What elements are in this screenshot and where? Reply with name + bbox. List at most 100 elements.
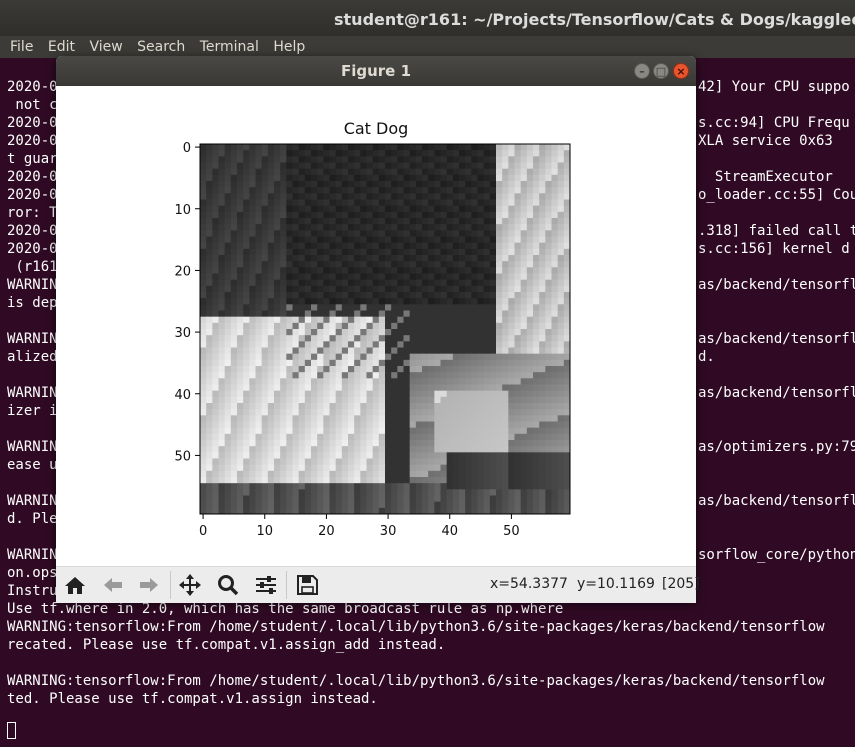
image-pixel — [409, 403, 417, 410]
configure-subplots-icon[interactable] — [253, 573, 279, 597]
image-pixel — [243, 224, 250, 231]
image-pixel — [440, 353, 448, 361]
image-pixel — [483, 489, 491, 496]
image-pixel — [422, 230, 429, 237]
image-pixel — [415, 292, 423, 299]
figure-titlebar[interactable]: Figure 1 – □ × — [56, 56, 696, 86]
image-pixel — [514, 359, 522, 367]
image-pixel — [249, 211, 256, 219]
menu-view[interactable]: View — [89, 36, 122, 58]
zoom-icon[interactable] — [215, 573, 241, 597]
image-pixel — [385, 359, 392, 367]
image-pixel — [200, 415, 207, 422]
image-pixel — [298, 279, 306, 287]
image-pixel — [206, 242, 213, 250]
image-pixel — [286, 273, 293, 281]
image-pixel — [428, 335, 435, 342]
menu-edit[interactable]: Edit — [48, 36, 75, 58]
image-pixel — [508, 433, 515, 441]
image-pixel — [428, 390, 435, 398]
image-pixel — [557, 470, 565, 478]
image-pixel — [496, 341, 503, 348]
image-pixel — [514, 421, 522, 429]
image-pixel — [489, 187, 497, 194]
image-pixel — [539, 199, 546, 207]
menu-search[interactable]: Search — [137, 36, 185, 58]
image-pixel — [539, 396, 546, 404]
image-pixel — [354, 255, 361, 262]
image-pixel — [422, 384, 429, 392]
image-pixel — [311, 187, 318, 194]
image-pixel — [446, 353, 454, 361]
image-pixel — [446, 174, 454, 182]
image-pixel — [465, 446, 472, 453]
image-pixel — [446, 452, 454, 459]
image-pixel — [280, 236, 287, 244]
image-pixel — [218, 255, 226, 262]
image-pixel — [452, 230, 460, 237]
image-pixel — [224, 470, 232, 478]
image-pixel — [360, 353, 367, 361]
image-pixel — [249, 156, 256, 163]
image-pixel — [563, 347, 571, 355]
image-pixel — [539, 224, 546, 231]
back-arrow-icon[interactable] — [100, 573, 126, 597]
image-pixel — [557, 261, 565, 268]
image-pixel — [292, 273, 300, 281]
image-pixel — [298, 205, 306, 213]
image-pixel — [459, 224, 466, 231]
save-icon[interactable] — [294, 573, 320, 597]
maximize-button[interactable]: □ — [653, 63, 669, 79]
image-pixel — [545, 218, 552, 225]
image-pixel — [292, 218, 300, 225]
image-pixel — [526, 242, 534, 250]
image-pixel — [465, 347, 472, 355]
figure-canvas[interactable]: Cat Dog 0 10 20 30 40 50 0 10 20 30 40 50 — [56, 86, 696, 566]
image-pixel — [514, 470, 522, 478]
pan-icon[interactable] — [177, 573, 203, 597]
image-pixel — [452, 464, 460, 472]
image-pixel — [329, 273, 337, 281]
image-pixel — [415, 224, 423, 231]
image-pixel — [348, 372, 355, 379]
image-pixel — [298, 378, 306, 385]
image-pixel — [298, 150, 306, 157]
image-pixel — [267, 366, 275, 373]
image-pixel — [397, 211, 404, 219]
image-pixel — [335, 273, 343, 281]
image-pixel — [360, 168, 367, 176]
image-pixel — [335, 205, 343, 213]
image-pixel — [465, 279, 472, 287]
image-pixel — [224, 483, 232, 490]
image-pixel — [557, 150, 565, 157]
image-pixel — [348, 316, 355, 324]
image-pixel — [366, 285, 374, 293]
image-pixel — [551, 193, 559, 200]
close-button[interactable]: × — [673, 63, 689, 79]
image-pixel — [267, 199, 275, 207]
menu-terminal[interactable]: Terminal — [200, 36, 259, 58]
menu-file[interactable]: File — [10, 36, 33, 58]
menu-help[interactable]: Help — [273, 36, 305, 58]
image-pixel — [224, 489, 232, 496]
image-pixel — [422, 495, 429, 503]
image-pixel — [391, 224, 398, 231]
image-pixel — [440, 446, 448, 453]
image-pixel — [335, 433, 343, 441]
image-pixel — [557, 396, 565, 404]
minimize-button[interactable]: – — [634, 63, 650, 79]
image-pixel — [286, 384, 293, 392]
x-tick-label: 0 — [199, 524, 207, 539]
image-pixel — [459, 304, 466, 311]
image-pixel — [520, 218, 528, 225]
image-pixel — [230, 162, 238, 170]
image-pixel — [446, 162, 454, 170]
image-pixel — [206, 409, 213, 416]
image-pixel — [403, 322, 411, 330]
image-pixel — [267, 477, 275, 484]
image-pixel — [471, 298, 478, 305]
home-icon[interactable] — [62, 573, 88, 597]
terminal-line: ease u — [7, 457, 58, 473]
image-pixel — [237, 415, 244, 422]
forward-arrow-icon[interactable] — [136, 573, 162, 597]
